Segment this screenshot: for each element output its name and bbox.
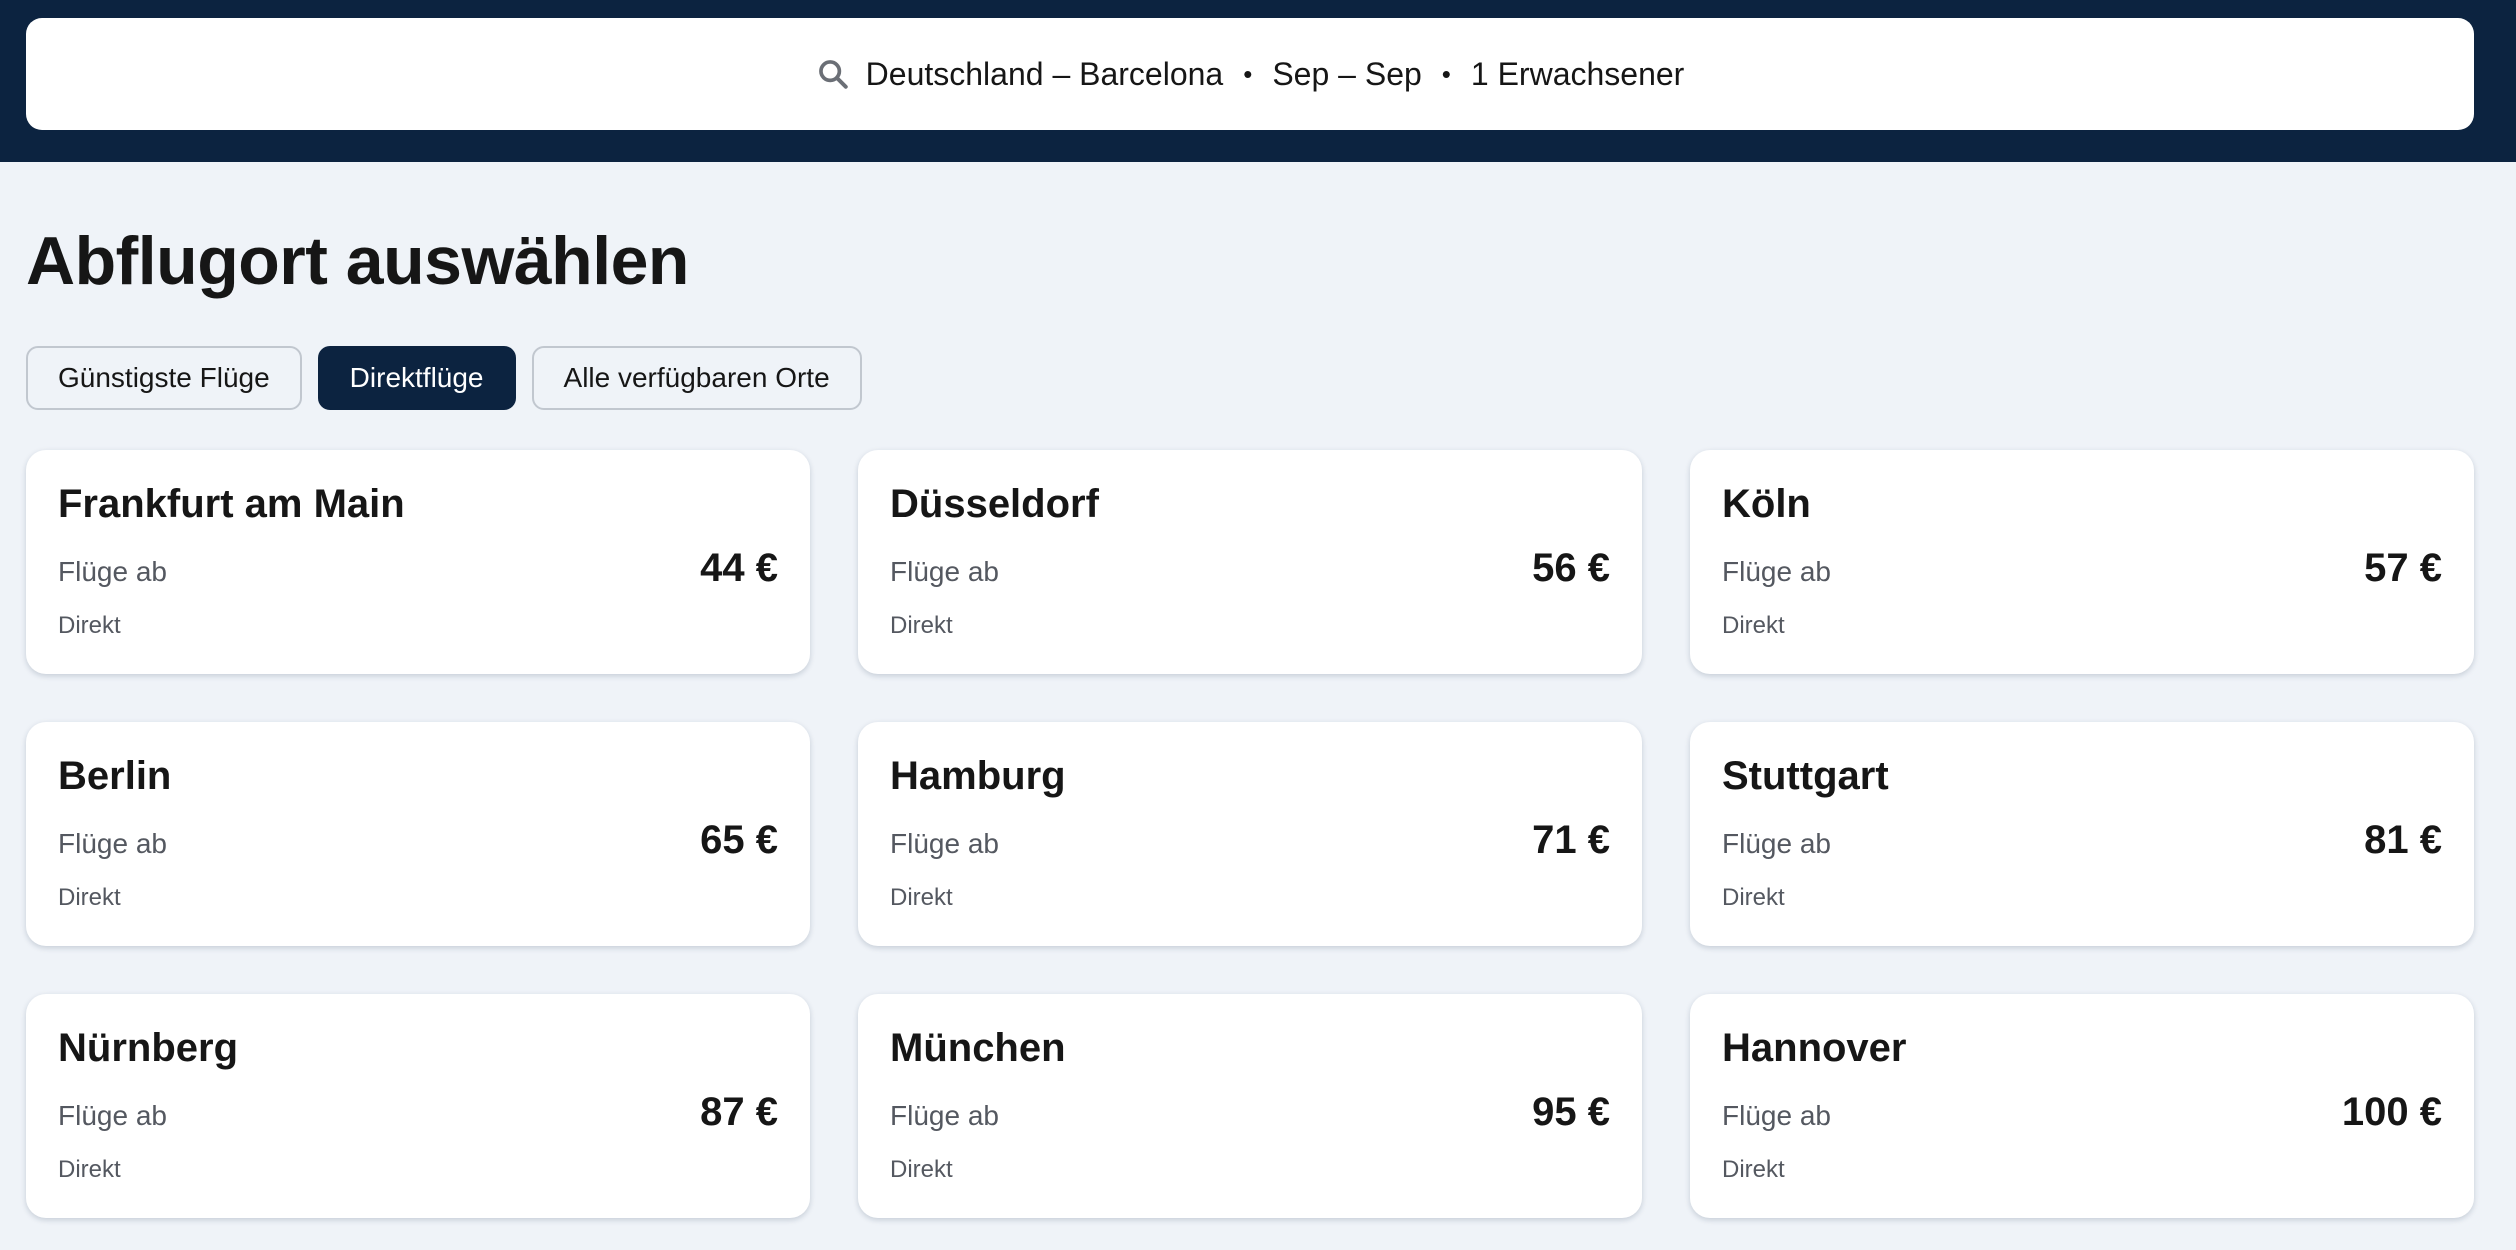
card-city: Frankfurt am Main bbox=[58, 482, 405, 526]
card-price: 65 € bbox=[700, 818, 778, 862]
card-city: München bbox=[890, 1026, 1066, 1070]
card-stops: Direkt bbox=[1722, 884, 1785, 911]
departure-card-stuttgart[interactable]: Stuttgart Flüge ab 81 € Direkt bbox=[1690, 722, 2474, 946]
card-from-label: Flüge ab bbox=[1722, 828, 1831, 859]
card-price: 71 € bbox=[1532, 818, 1610, 862]
card-price: 81 € bbox=[2364, 818, 2442, 862]
card-city: Berlin bbox=[58, 754, 172, 798]
card-price: 57 € bbox=[2364, 546, 2442, 590]
filter-cheapest-flights[interactable]: Günstigste Flüge bbox=[26, 346, 302, 410]
card-price: 56 € bbox=[1532, 546, 1610, 590]
departure-card-frankfurt[interactable]: Frankfurt am Main Flüge ab 44 € Direkt bbox=[26, 450, 810, 674]
card-stops: Direkt bbox=[1722, 1156, 1785, 1183]
card-price: 95 € bbox=[1532, 1090, 1610, 1134]
search-summary-bar[interactable]: Deutschland – Barcelona • Sep – Sep • 1 … bbox=[26, 18, 2474, 130]
card-stops: Direkt bbox=[890, 612, 953, 639]
filter-direct-flights[interactable]: Direktflüge bbox=[317, 346, 516, 410]
card-from-label: Flüge ab bbox=[58, 828, 167, 859]
card-from-label: Flüge ab bbox=[890, 1100, 999, 1131]
card-stops: Direkt bbox=[890, 1156, 953, 1183]
search-travellers: 1 Erwachsener bbox=[1470, 55, 1685, 92]
departure-card-duesseldorf[interactable]: Düsseldorf Flüge ab 56 € Direkt bbox=[858, 450, 1642, 674]
card-stops: Direkt bbox=[1722, 612, 1785, 639]
card-city: Köln bbox=[1722, 482, 1811, 526]
card-stops: Direkt bbox=[890, 884, 953, 911]
card-from-label: Flüge ab bbox=[58, 1100, 167, 1131]
page-title: Abflugort auswählen bbox=[26, 223, 689, 299]
card-price: 44 € bbox=[700, 546, 778, 590]
card-from-label: Flüge ab bbox=[1722, 1100, 1831, 1131]
card-from-label: Flüge ab bbox=[890, 556, 999, 587]
departure-card-muenchen[interactable]: München Flüge ab 95 € Direkt bbox=[858, 994, 1642, 1218]
card-city: Nürnberg bbox=[58, 1026, 238, 1070]
search-route: Deutschland – Barcelona bbox=[865, 55, 1224, 92]
separator-dot: • bbox=[1441, 58, 1451, 89]
card-stops: Direkt bbox=[58, 1156, 121, 1183]
card-stops: Direkt bbox=[58, 884, 121, 911]
departure-card-nuernberg[interactable]: Nürnberg Flüge ab 87 € Direkt bbox=[26, 994, 810, 1218]
filter-chips: Günstigste Flüge Direktflüge Alle verfüg… bbox=[26, 346, 862, 410]
departure-card-hannover[interactable]: Hannover Flüge ab 100 € Direkt bbox=[1690, 994, 2474, 1218]
card-price: 87 € bbox=[700, 1090, 778, 1134]
card-from-label: Flüge ab bbox=[890, 828, 999, 859]
top-header: Deutschland – Barcelona • Sep – Sep • 1 … bbox=[0, 0, 2516, 162]
card-city: Düsseldorf bbox=[890, 482, 1099, 526]
departure-cards-grid: Frankfurt am Main Flüge ab 44 € Direkt D… bbox=[26, 450, 2474, 1218]
departure-card-koeln[interactable]: Köln Flüge ab 57 € Direkt bbox=[1690, 450, 2474, 674]
departure-card-berlin[interactable]: Berlin Flüge ab 65 € Direkt bbox=[26, 722, 810, 946]
card-stops: Direkt bbox=[58, 612, 121, 639]
separator-dot: • bbox=[1243, 58, 1253, 89]
card-city: Hannover bbox=[1722, 1026, 1907, 1070]
search-icon bbox=[816, 57, 850, 91]
card-from-label: Flüge ab bbox=[1722, 556, 1831, 587]
search-dates: Sep – Sep bbox=[1272, 55, 1422, 92]
card-from-label: Flüge ab bbox=[58, 556, 167, 587]
filter-all-locations[interactable]: Alle verfügbaren Orte bbox=[531, 346, 862, 410]
card-city: Stuttgart bbox=[1722, 754, 1889, 798]
card-city: Hamburg bbox=[890, 754, 1066, 798]
departure-card-hamburg[interactable]: Hamburg Flüge ab 71 € Direkt bbox=[858, 722, 1642, 946]
card-price: 100 € bbox=[2341, 1090, 2442, 1134]
